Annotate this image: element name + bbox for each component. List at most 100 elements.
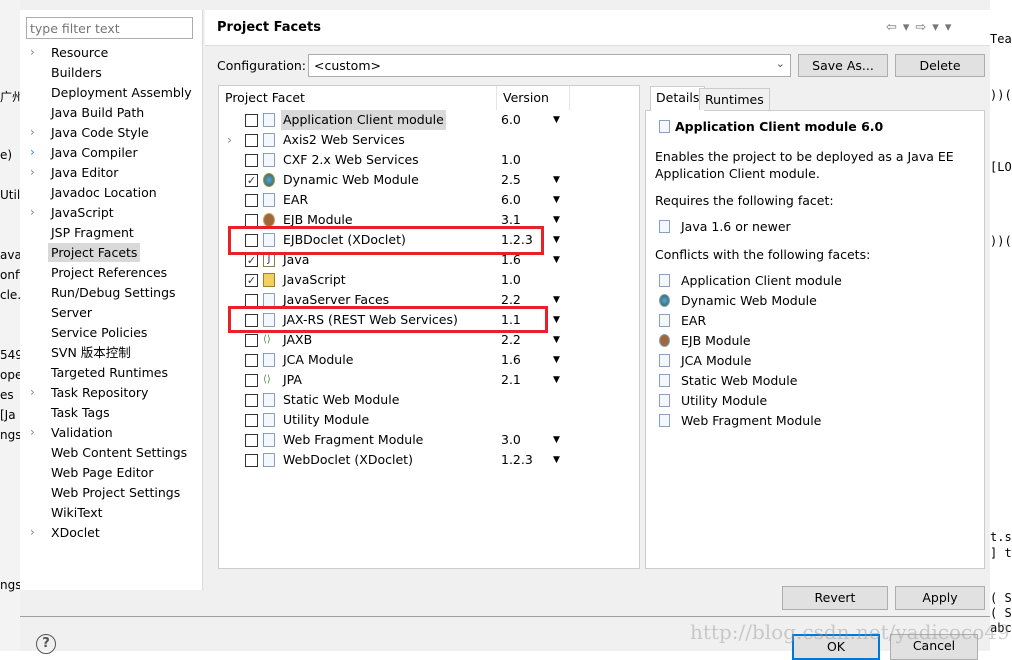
- table-row[interactable]: EAR 6.0 ▼: [219, 190, 639, 210]
- delete-button[interactable]: Delete: [895, 54, 985, 77]
- checkbox[interactable]: [245, 334, 258, 347]
- dropdown-arrow-icon[interactable]: ▼: [553, 430, 560, 450]
- dropdown-arrow-icon[interactable]: ▼: [553, 450, 560, 470]
- checkbox[interactable]: [245, 154, 258, 167]
- table-row[interactable]: ✓ Dynamic Web Module 2.5 ▼: [219, 170, 639, 190]
- tree-item[interactable]: Web Content Settings: [48, 443, 190, 462]
- tree-item[interactable]: › JavaScript: [30, 203, 117, 222]
- dropdown-arrow-icon[interactable]: ▼: [553, 330, 560, 350]
- dropdown-arrow-icon[interactable]: ▼: [553, 290, 560, 310]
- dropdown-arrow-icon[interactable]: ▼: [553, 370, 560, 390]
- save-as-button[interactable]: Save As...: [798, 54, 888, 77]
- table-row[interactable]: Static Web Module: [219, 390, 639, 410]
- tree-item[interactable]: › Java Code Style: [30, 123, 152, 142]
- tab-details[interactable]: Details: [650, 86, 706, 111]
- facet-version[interactable]: 2.5: [501, 170, 521, 190]
- tree-item[interactable]: › Task Repository: [30, 383, 151, 402]
- tree-item[interactable]: › Java Editor: [30, 163, 121, 182]
- checkbox[interactable]: ✓: [245, 274, 258, 287]
- chevron-right-icon[interactable]: ›: [30, 123, 35, 142]
- navigation-arrows-icon[interactable]: ⇦▾⇨▾▾: [886, 20, 957, 35]
- dropdown-arrow-icon[interactable]: ▼: [553, 170, 560, 190]
- dropdown-arrow-icon[interactable]: ▼: [553, 230, 560, 250]
- column-header-version[interactable]: Version: [497, 86, 570, 110]
- tree-item[interactable]: Project Facets: [48, 243, 141, 262]
- facet-version[interactable]: 6.0: [501, 190, 521, 210]
- table-row[interactable]: › Axis2 Web Services: [219, 130, 639, 150]
- tree-item[interactable]: Builders: [48, 63, 105, 82]
- dropdown-arrow-icon[interactable]: ▼: [553, 250, 560, 270]
- dropdown-arrow-icon[interactable]: ▼: [553, 190, 560, 210]
- dropdown-arrow-icon[interactable]: ▼: [553, 350, 560, 370]
- table-row[interactable]: ⟨⟩ JAXB 2.2 ▼: [219, 330, 639, 350]
- table-row[interactable]: JCA Module 1.6 ▼: [219, 350, 639, 370]
- tree-item[interactable]: Deployment Assembly: [48, 83, 195, 102]
- tree-item[interactable]: Web Page Editor: [48, 463, 156, 482]
- checkbox[interactable]: ✓: [245, 174, 258, 187]
- tree-item[interactable]: Javadoc Location: [48, 183, 160, 202]
- tree-item[interactable]: Project References: [48, 263, 170, 282]
- chevron-right-icon[interactable]: ›: [30, 423, 35, 442]
- table-row[interactable]: WebDoclet (XDoclet) 1.2.3 ▼: [219, 450, 639, 470]
- facet-version[interactable]: 1.0: [501, 150, 521, 170]
- tree-item[interactable]: Run/Debug Settings: [48, 283, 179, 302]
- chevron-right-icon[interactable]: ›: [30, 523, 35, 542]
- facet-version[interactable]: 1.6: [501, 350, 521, 370]
- checkbox[interactable]: [245, 134, 258, 147]
- chevron-right-icon[interactable]: ›: [30, 203, 35, 222]
- checkbox[interactable]: [245, 374, 258, 387]
- table-row[interactable]: ✓ JavaScript 1.0: [219, 270, 639, 290]
- tree-item[interactable]: SVN 版本控制: [48, 343, 134, 362]
- revert-button[interactable]: Revert: [782, 586, 888, 610]
- tree-item[interactable]: › Validation: [30, 423, 116, 442]
- chevron-right-icon[interactable]: ›: [30, 143, 35, 162]
- checkbox[interactable]: [245, 414, 258, 427]
- checkbox[interactable]: [245, 394, 258, 407]
- filter-input[interactable]: [26, 17, 193, 39]
- chevron-right-icon[interactable]: ›: [30, 383, 35, 402]
- column-header-facet[interactable]: Project Facet: [219, 86, 497, 110]
- doc-icon: [263, 353, 275, 367]
- checkbox[interactable]: ✓: [245, 254, 258, 267]
- checkbox[interactable]: [245, 114, 258, 127]
- conflict-item: JCA Module: [681, 353, 752, 368]
- dropdown-arrow-icon[interactable]: ▼: [553, 310, 560, 330]
- facet-version[interactable]: 2.2: [501, 330, 521, 350]
- chevron-right-icon[interactable]: ›: [30, 163, 35, 182]
- tree-item[interactable]: Web Project Settings: [48, 483, 183, 502]
- tree-item[interactable]: Java Build Path: [48, 103, 147, 122]
- globe-icon: [659, 294, 670, 307]
- dropdown-arrow-icon[interactable]: ▼: [553, 210, 560, 230]
- help-icon[interactable]: ?: [36, 634, 56, 654]
- tree-item[interactable]: › Resource: [30, 43, 111, 62]
- tree-item[interactable]: Targeted Runtimes: [48, 363, 171, 382]
- tree-item[interactable]: WikiText: [48, 503, 106, 522]
- facet-version[interactable]: 1.0: [501, 270, 521, 290]
- tree-item[interactable]: JSP Fragment: [48, 223, 137, 242]
- checkbox[interactable]: [245, 194, 258, 207]
- apply-button[interactable]: Apply: [895, 586, 985, 610]
- facet-version[interactable]: 1.2.3: [501, 450, 533, 470]
- table-row[interactable]: Utility Module: [219, 410, 639, 430]
- tree-item[interactable]: Service Policies: [48, 323, 150, 342]
- chevron-right-icon[interactable]: ›: [227, 130, 232, 150]
- checkbox[interactable]: [245, 434, 258, 447]
- checkbox[interactable]: [245, 454, 258, 467]
- facet-version[interactable]: 3.0: [501, 430, 521, 450]
- configuration-combo[interactable]: <custom> ⌄: [308, 54, 791, 77]
- facet-version[interactable]: 6.0: [501, 110, 521, 130]
- chevron-right-icon[interactable]: ›: [30, 43, 35, 62]
- tab-runtimes[interactable]: Runtimes: [699, 88, 770, 110]
- page-title: Project Facets: [217, 20, 321, 35]
- table-row[interactable]: Web Fragment Module 3.0 ▼: [219, 430, 639, 450]
- facet-version[interactable]: 2.1: [501, 370, 521, 390]
- dropdown-arrow-icon[interactable]: ▼: [553, 110, 560, 130]
- table-row[interactable]: CXF 2.x Web Services 1.0: [219, 150, 639, 170]
- checkbox[interactable]: [245, 354, 258, 367]
- table-row[interactable]: Application Client module 6.0 ▼: [219, 110, 639, 130]
- tree-item[interactable]: › XDoclet: [30, 523, 103, 542]
- table-row[interactable]: ⟨⟩ JPA 2.1 ▼: [219, 370, 639, 390]
- tree-item[interactable]: Server: [48, 303, 95, 322]
- tree-item[interactable]: › Java Compiler: [30, 143, 141, 162]
- tree-item[interactable]: Task Tags: [48, 403, 113, 422]
